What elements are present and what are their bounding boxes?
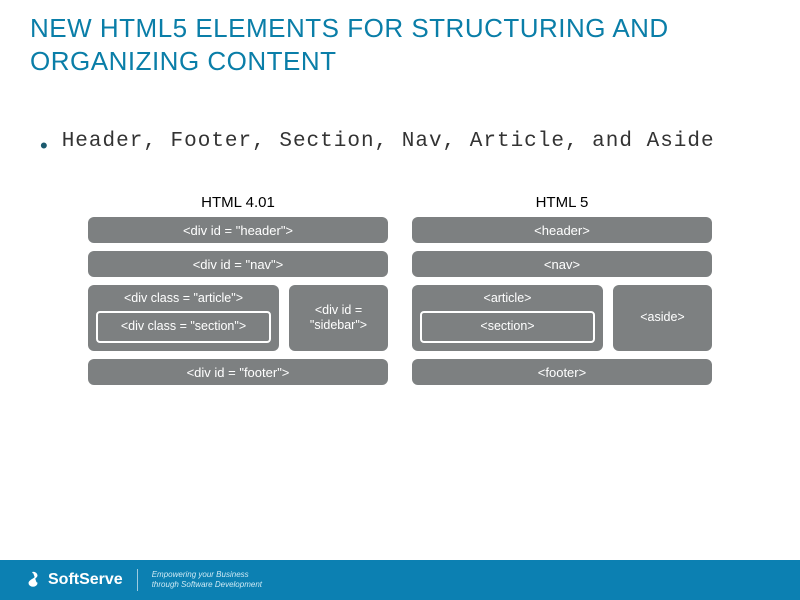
footer-logo: SoftServe [24, 571, 123, 589]
html5-article-box: <article> <section> [412, 285, 603, 351]
logo-icon [24, 571, 42, 589]
slide: New HTML5 Elements for Structuring and O… [0, 0, 800, 600]
footer-tagline: Empowering your Business through Softwar… [152, 570, 262, 590]
footer-brand-text: SoftServe [48, 571, 123, 589]
html5-footer-box: <footer> [412, 359, 712, 385]
html4-sidebar-box: <div id = "sidebar"> [289, 285, 388, 351]
html5-header-box: <header> [412, 217, 712, 243]
title-line-2: Organizing Content [30, 45, 770, 78]
html5-nav-box: <nav> [412, 251, 712, 277]
bullet-dot-icon: • [40, 133, 48, 159]
html5-main-row: <article> <section> <aside> [412, 285, 712, 351]
html5-aside-box: <aside> [613, 285, 712, 351]
html4-main-row: <div class = "article"> <div class = "se… [88, 285, 388, 351]
html5-section-box: <section> [420, 311, 595, 343]
col-title-html5: HTML 5 [412, 194, 712, 211]
html4-section-box: <div class = "section"> [96, 311, 271, 343]
bullet-text: Header, Footer, Section, Nav, Article, a… [62, 127, 715, 157]
bullet-item: • Header, Footer, Section, Nav, Article,… [40, 127, 770, 159]
slide-title: New HTML5 Elements for Structuring and O… [30, 12, 770, 77]
bullet-list: • Header, Footer, Section, Nav, Article,… [30, 127, 770, 159]
diagram-col-html4: HTML 4.01 <div id = "header"> <div id = … [88, 194, 388, 393]
html4-article-label: <div class = "article"> [96, 291, 271, 305]
diagram-col-html5: HTML 5 <header> <nav> <article> <section… [412, 194, 712, 393]
tagline-line-2: through Software Development [152, 580, 262, 590]
html4-article-box: <div class = "article"> <div class = "se… [88, 285, 279, 351]
footer-bar: SoftServe Empowering your Business throu… [0, 560, 800, 600]
title-line-1: New HTML5 Elements for Structuring and [30, 13, 669, 43]
html5-article-label: <article> [420, 291, 595, 305]
col-title-html4: HTML 4.01 [88, 194, 388, 211]
html4-header-box: <div id = "header"> [88, 217, 388, 243]
tagline-line-1: Empowering your Business [152, 570, 262, 580]
html4-footer-box: <div id = "footer"> [88, 359, 388, 385]
html4-nav-box: <div id = "nav"> [88, 251, 388, 277]
diagram-area: HTML 4.01 <div id = "header"> <div id = … [30, 194, 770, 393]
footer-divider [137, 569, 138, 591]
